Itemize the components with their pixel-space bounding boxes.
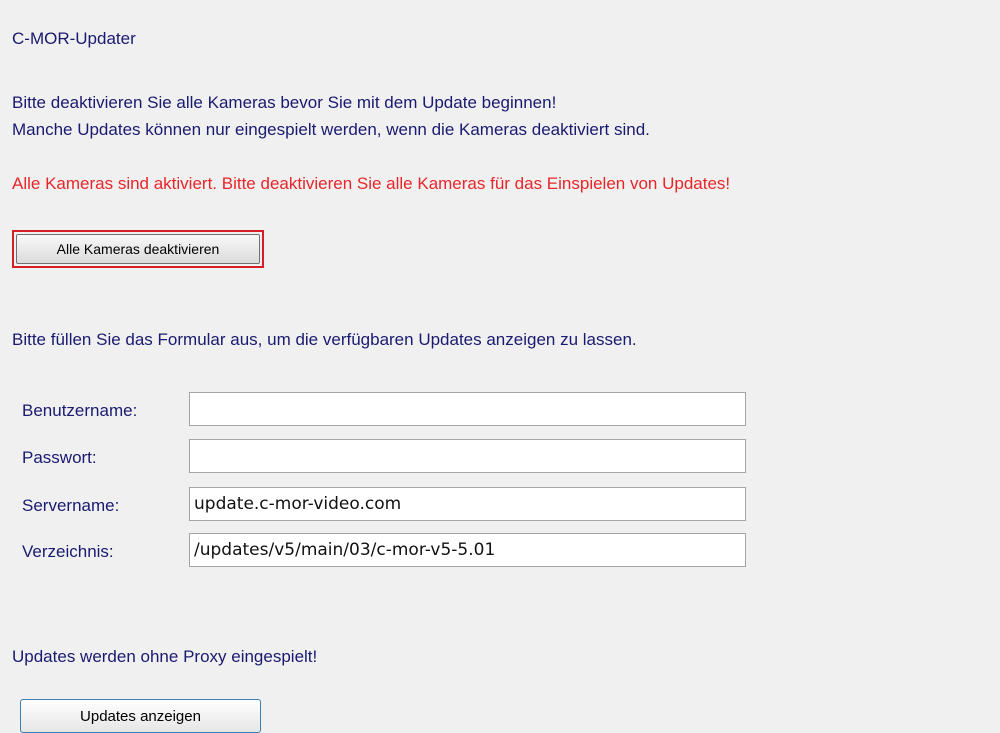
intro-line-1: Bitte deaktivieren Sie alle Kameras bevo… [12,93,557,112]
directory-row: Verzeichnis: [22,533,752,569]
proxy-status-text: Updates werden ohne Proxy eingespielt! [12,647,318,666]
form-instructions: Bitte füllen Sie das Formular aus, um di… [12,330,637,349]
page-title: C-MOR-Updater [12,29,136,48]
password-input[interactable] [189,439,746,473]
username-label: Benutzername: [22,401,138,420]
deactivate-cameras-button[interactable]: Alle Kameras deaktivieren [16,234,260,264]
camera-warning-message: Alle Kameras sind aktiviert. Bitte deakt… [12,174,731,193]
directory-label: Verzeichnis: [22,542,114,561]
intro-text: Bitte deaktivieren Sie alle Kameras bevo… [12,89,650,143]
directory-input[interactable] [189,533,746,567]
servername-row: Servername: [22,487,752,523]
deactivate-highlight-frame: Alle Kameras deaktivieren [12,230,264,268]
password-row: Passwort: [22,439,752,475]
intro-line-2: Manche Updates können nur eingespielt we… [12,120,650,139]
username-row: Benutzername: [22,392,752,428]
show-updates-button[interactable]: Updates anzeigen [20,699,261,733]
servername-input[interactable] [189,487,746,521]
username-input[interactable] [189,392,746,426]
password-label: Passwort: [22,448,97,467]
servername-label: Servername: [22,496,120,515]
